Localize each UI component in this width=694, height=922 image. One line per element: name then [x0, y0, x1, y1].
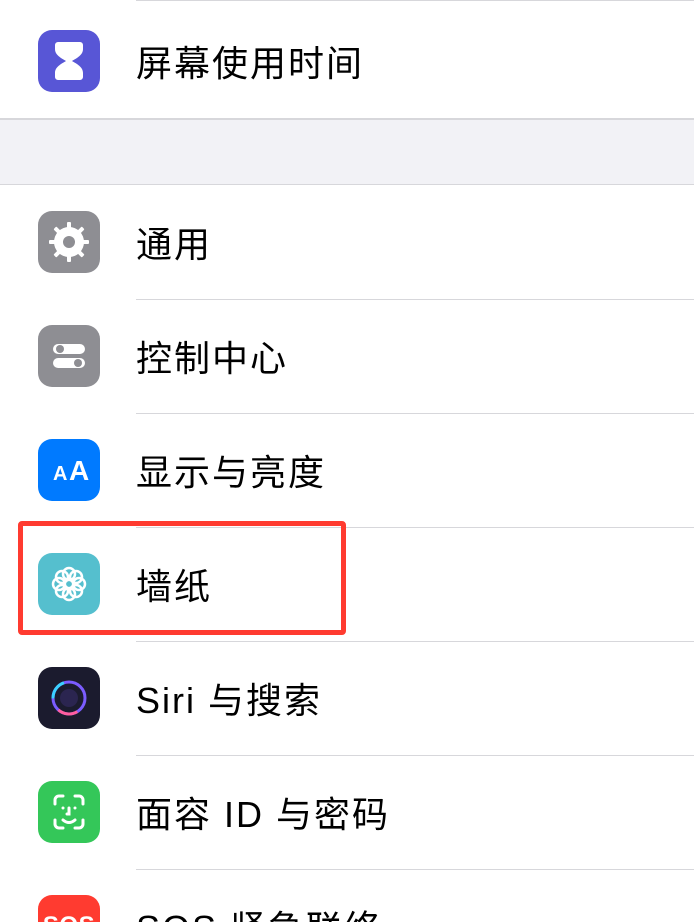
settings-row-general[interactable]: 通用: [0, 185, 694, 299]
row-label: 控制中心: [136, 330, 288, 382]
settings-row-screen-time[interactable]: 屏幕使用时间: [0, 4, 694, 118]
row-label: Siri 与搜索: [136, 672, 322, 724]
toggles-icon: [38, 325, 100, 387]
settings-row-emergency-sos[interactable]: SOS SOS 紧急联络: [0, 869, 694, 922]
row-label: 墙纸: [136, 558, 212, 610]
svg-text:A: A: [53, 463, 67, 485]
settings-row-display-brightness[interactable]: A A 显示与亮度: [0, 413, 694, 527]
row-label: 面容 ID 与密码: [136, 786, 390, 838]
faceid-icon: [38, 781, 100, 843]
hourglass-icon: [38, 30, 100, 92]
text-size-icon: A A: [38, 439, 100, 501]
gear-icon: [38, 211, 100, 273]
settings-row-wallpaper[interactable]: 墙纸: [0, 527, 694, 641]
row-label: 通用: [136, 216, 212, 268]
svg-text:A: A: [69, 455, 89, 486]
siri-icon: [38, 667, 100, 729]
sos-icon: SOS: [38, 895, 100, 922]
flower-icon: [38, 553, 100, 615]
row-label: 屏幕使用时间: [136, 35, 364, 87]
settings-row-siri-search[interactable]: Siri 与搜索: [0, 641, 694, 755]
row-label: 显示与亮度: [136, 444, 326, 496]
settings-row-control-center[interactable]: 控制中心: [0, 299, 694, 413]
settings-row-faceid-passcode[interactable]: 面容 ID 与密码: [0, 755, 694, 869]
sos-icon-text: SOS: [43, 912, 95, 922]
row-label: SOS 紧急联络: [136, 900, 382, 922]
section-gap: [0, 119, 694, 185]
